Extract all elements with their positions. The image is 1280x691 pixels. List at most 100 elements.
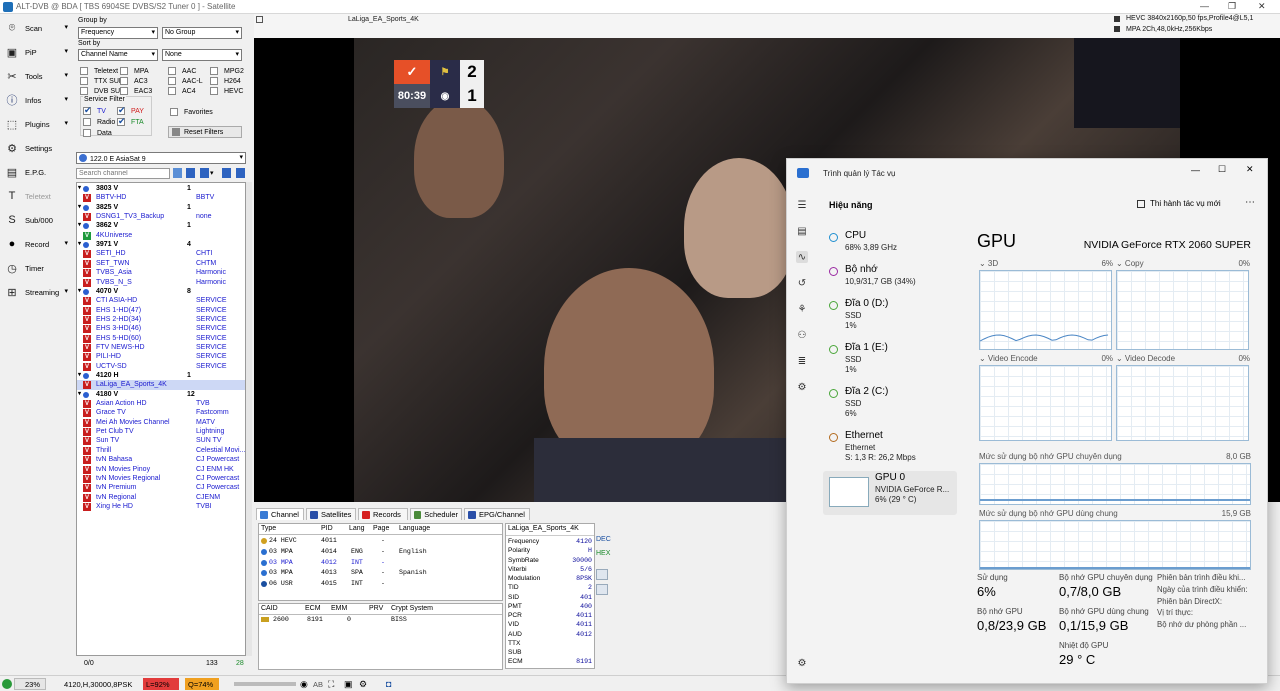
satellite-icon[interactable] — [186, 168, 195, 178]
video-menu-icon[interactable] — [256, 16, 263, 23]
toolbar-infos-button[interactable]: ⓘ Infos ▾ — [2, 89, 72, 111]
channel-row[interactable]: V BBTV-HD BBTV — [77, 193, 245, 203]
hex-button[interactable]: HEX — [596, 550, 610, 557]
chevron-down-icon[interactable]: ▾ — [64, 119, 68, 127]
tab-satellites[interactable]: Satellites — [306, 508, 356, 520]
channel-row[interactable]: VtvN Movies Regional CJ Powercast — [77, 474, 245, 483]
maximize-button[interactable]: ❐ — [1228, 1, 1236, 12]
satellite-select[interactable]: 122.0 E AsiaSat 9 — [76, 152, 246, 164]
filter-teletext-checkbox[interactable]: Teletext — [80, 66, 118, 76]
filter-eac3-checkbox[interactable]: EAC3 — [120, 86, 152, 96]
filter-h264-checkbox[interactable]: H264 — [210, 76, 241, 86]
toolbar-pip-button[interactable]: ▣ PiP ▾ — [2, 41, 72, 63]
service-pay-checkbox[interactable]: PAY — [117, 105, 144, 116]
reset-filters-button[interactable]: Reset Filters — [168, 126, 242, 138]
channel-row[interactable]: VtvN Premium CJ Powercast — [77, 483, 245, 493]
minimize-button[interactable]: — — [1200, 1, 1209, 11]
settings-icon[interactable]: ⚙ — [359, 678, 367, 690]
engine-label[interactable]: ⌄ Video Decode — [1116, 354, 1175, 363]
toolbar-settings-button[interactable]: ⚙ Settings — [2, 137, 72, 159]
channel-row[interactable]: V CTI ASIA-HD SERVICE — [77, 296, 245, 306]
group-by-select-2[interactable]: No Group — [162, 27, 242, 39]
service-tv-checkbox[interactable]: TV — [83, 105, 106, 116]
channel-row[interactable]: V EHS 1-HD(47) SERVICE — [77, 306, 245, 315]
chevron-down-icon[interactable]: ▾ — [64, 287, 68, 295]
tm-maximize-button[interactable]: ☐ — [1218, 164, 1226, 175]
pid-row[interactable]: 24 HEVC 4011 - — [261, 536, 501, 546]
transponder-group[interactable]: ▾ 4120 H 1 — [77, 371, 245, 380]
run-new-task-button[interactable]: Thi hành tác vụ mới — [1137, 199, 1221, 208]
ab-button[interactable]: AB — [313, 678, 323, 690]
channel-row[interactable]: V Grace TV Fastcomm — [77, 408, 245, 418]
channel-row[interactable]: V UCTV-SD SERVICE — [77, 362, 245, 371]
chevron-down-icon[interactable]: ▾ — [64, 71, 68, 79]
perf-item--a-1-e-[interactable]: Đĩa 1 (E:) SSD 1% — [823, 341, 957, 381]
channel-row[interactable]: VtvN Regional CJENM — [77, 493, 245, 502]
transponder-group[interactable]: ▾ 4180 V 12 — [77, 390, 245, 399]
engine-label[interactable]: ⌄ Copy — [1116, 259, 1144, 268]
favorites-checkbox[interactable]: Favorites — [170, 107, 213, 117]
chevron-down-icon[interactable]: ▾ — [210, 169, 214, 177]
chevron-down-icon[interactable]: ▾ — [64, 95, 68, 103]
service-fta-checkbox[interactable]: FTA — [117, 116, 144, 127]
close-list-icon[interactable] — [236, 168, 245, 178]
transponder-group[interactable]: ▾ 3825 V 1 — [77, 203, 245, 212]
filter-ttx-sub-checkbox[interactable]: TTX SUB — [80, 76, 124, 86]
more-options-icon[interactable]: ⋯ — [1245, 197, 1255, 208]
toolbar-record-button[interactable]: ● Record ▾ — [2, 233, 72, 255]
pid-table[interactable]: Type PID Lang Page Language 24 HEVC 4011-03 MP… — [258, 523, 503, 601]
transponder-group[interactable]: ▾ 4070 V 8 — [77, 287, 245, 296]
collapse-icon[interactable]: ▾ — [78, 240, 81, 249]
fullscreen-icon[interactable]: ⛶ — [328, 678, 334, 690]
transponder-group[interactable]: ▾ 3862 V 1 — [77, 221, 245, 230]
hamburger-icon[interactable]: ☰ — [796, 199, 808, 211]
filter-dvb-sub-checkbox[interactable]: DVB SUB — [80, 86, 125, 96]
engine-label[interactable]: ⌄ 3D — [979, 259, 998, 268]
pid-row[interactable]: 03 MPA 4013 SPA - Spanish — [261, 568, 501, 578]
transponder-group[interactable]: ▾ 3971 V 4 — [77, 240, 245, 249]
channel-row[interactable]: VtvN Movies Pinoy CJ ENM HK — [77, 465, 245, 474]
filter-aac-l-checkbox[interactable]: AAC-L — [168, 76, 203, 86]
group-by-select[interactable]: Frequency — [78, 27, 158, 39]
dec-button[interactable]: DEC — [596, 536, 611, 543]
toolbar-teletext-button[interactable]: T Teletext — [2, 185, 72, 207]
channel-row[interactable]: V TVBS_N_S Harmonic — [77, 278, 245, 287]
channel-row[interactable]: V SET_TWN CHTM — [77, 259, 245, 268]
search-icon[interactable] — [596, 584, 608, 595]
filter-ac4-checkbox[interactable]: AC4 — [168, 86, 196, 96]
search-input[interactable] — [76, 168, 170, 179]
chevron-down-icon[interactable]: ▾ — [64, 239, 68, 247]
channel-row[interactable]: V TVBS_Asia Harmonic — [77, 268, 245, 278]
sort-by-select-2[interactable]: None — [162, 49, 242, 61]
edit-icon[interactable] — [596, 569, 608, 580]
processes-icon[interactable]: ▤ — [796, 225, 808, 237]
toolbar-streaming-button[interactable]: ⊞ Streaming ▾ — [2, 281, 72, 303]
collapse-icon[interactable]: ▾ — [78, 221, 81, 230]
tab-records[interactable]: Records — [358, 508, 408, 520]
filter-ac3-checkbox[interactable]: AC3 — [120, 76, 148, 86]
volume-slider[interactable] — [234, 682, 296, 686]
caid-row[interactable]: 2600 8191 0 BISS — [261, 615, 501, 625]
chevron-down-icon[interactable]: ▾ — [64, 47, 68, 55]
toolbar-scan-button[interactable]: ⌾ Scan ▾ — [2, 17, 72, 39]
channel-row[interactable]: V DSNG1_TV3_Backup none — [77, 212, 245, 222]
channel-row[interactable]: V EHS 3-HD(46) SERVICE — [77, 324, 245, 334]
tab-epg-channel[interactable]: EPG/Channel — [464, 508, 530, 520]
tab-scheduler[interactable]: Scheduler — [410, 508, 462, 520]
channel-row[interactable]: V SETI_HD CHTI — [77, 249, 245, 259]
toolbar-sub-000-button[interactable]: S Sub/000 — [2, 209, 72, 231]
startup-icon[interactable]: ⚘ — [796, 303, 808, 315]
channel-row[interactable]: V Xing He HD TVBI — [77, 502, 245, 511]
tm-minimize-button[interactable]: — — [1191, 165, 1200, 175]
toolbar-plugins-button[interactable]: ⬚ Plugins ▾ — [2, 113, 72, 135]
collapse-icon[interactable]: ▾ — [78, 390, 81, 399]
volume-icon[interactable]: ◉ — [300, 678, 308, 690]
settings-icon[interactable]: ⚙ — [796, 657, 808, 669]
channel-row[interactable]: V LaLiga_EA_Sports_4K — [77, 380, 245, 390]
channel-list-scrollbar[interactable] — [246, 182, 252, 656]
channel-row[interactable]: V EHS 2-HD(34) SERVICE — [77, 315, 245, 324]
performance-icon[interactable]: ∿ — [796, 251, 808, 263]
filter-mpa-checkbox[interactable]: MPA — [120, 66, 149, 76]
caid-table[interactable]: CAID ECM EMM PRV Crypt System 2600 8191 0 BISS — [258, 603, 503, 670]
snapshot-icon[interactable]: ◘ — [386, 678, 391, 690]
